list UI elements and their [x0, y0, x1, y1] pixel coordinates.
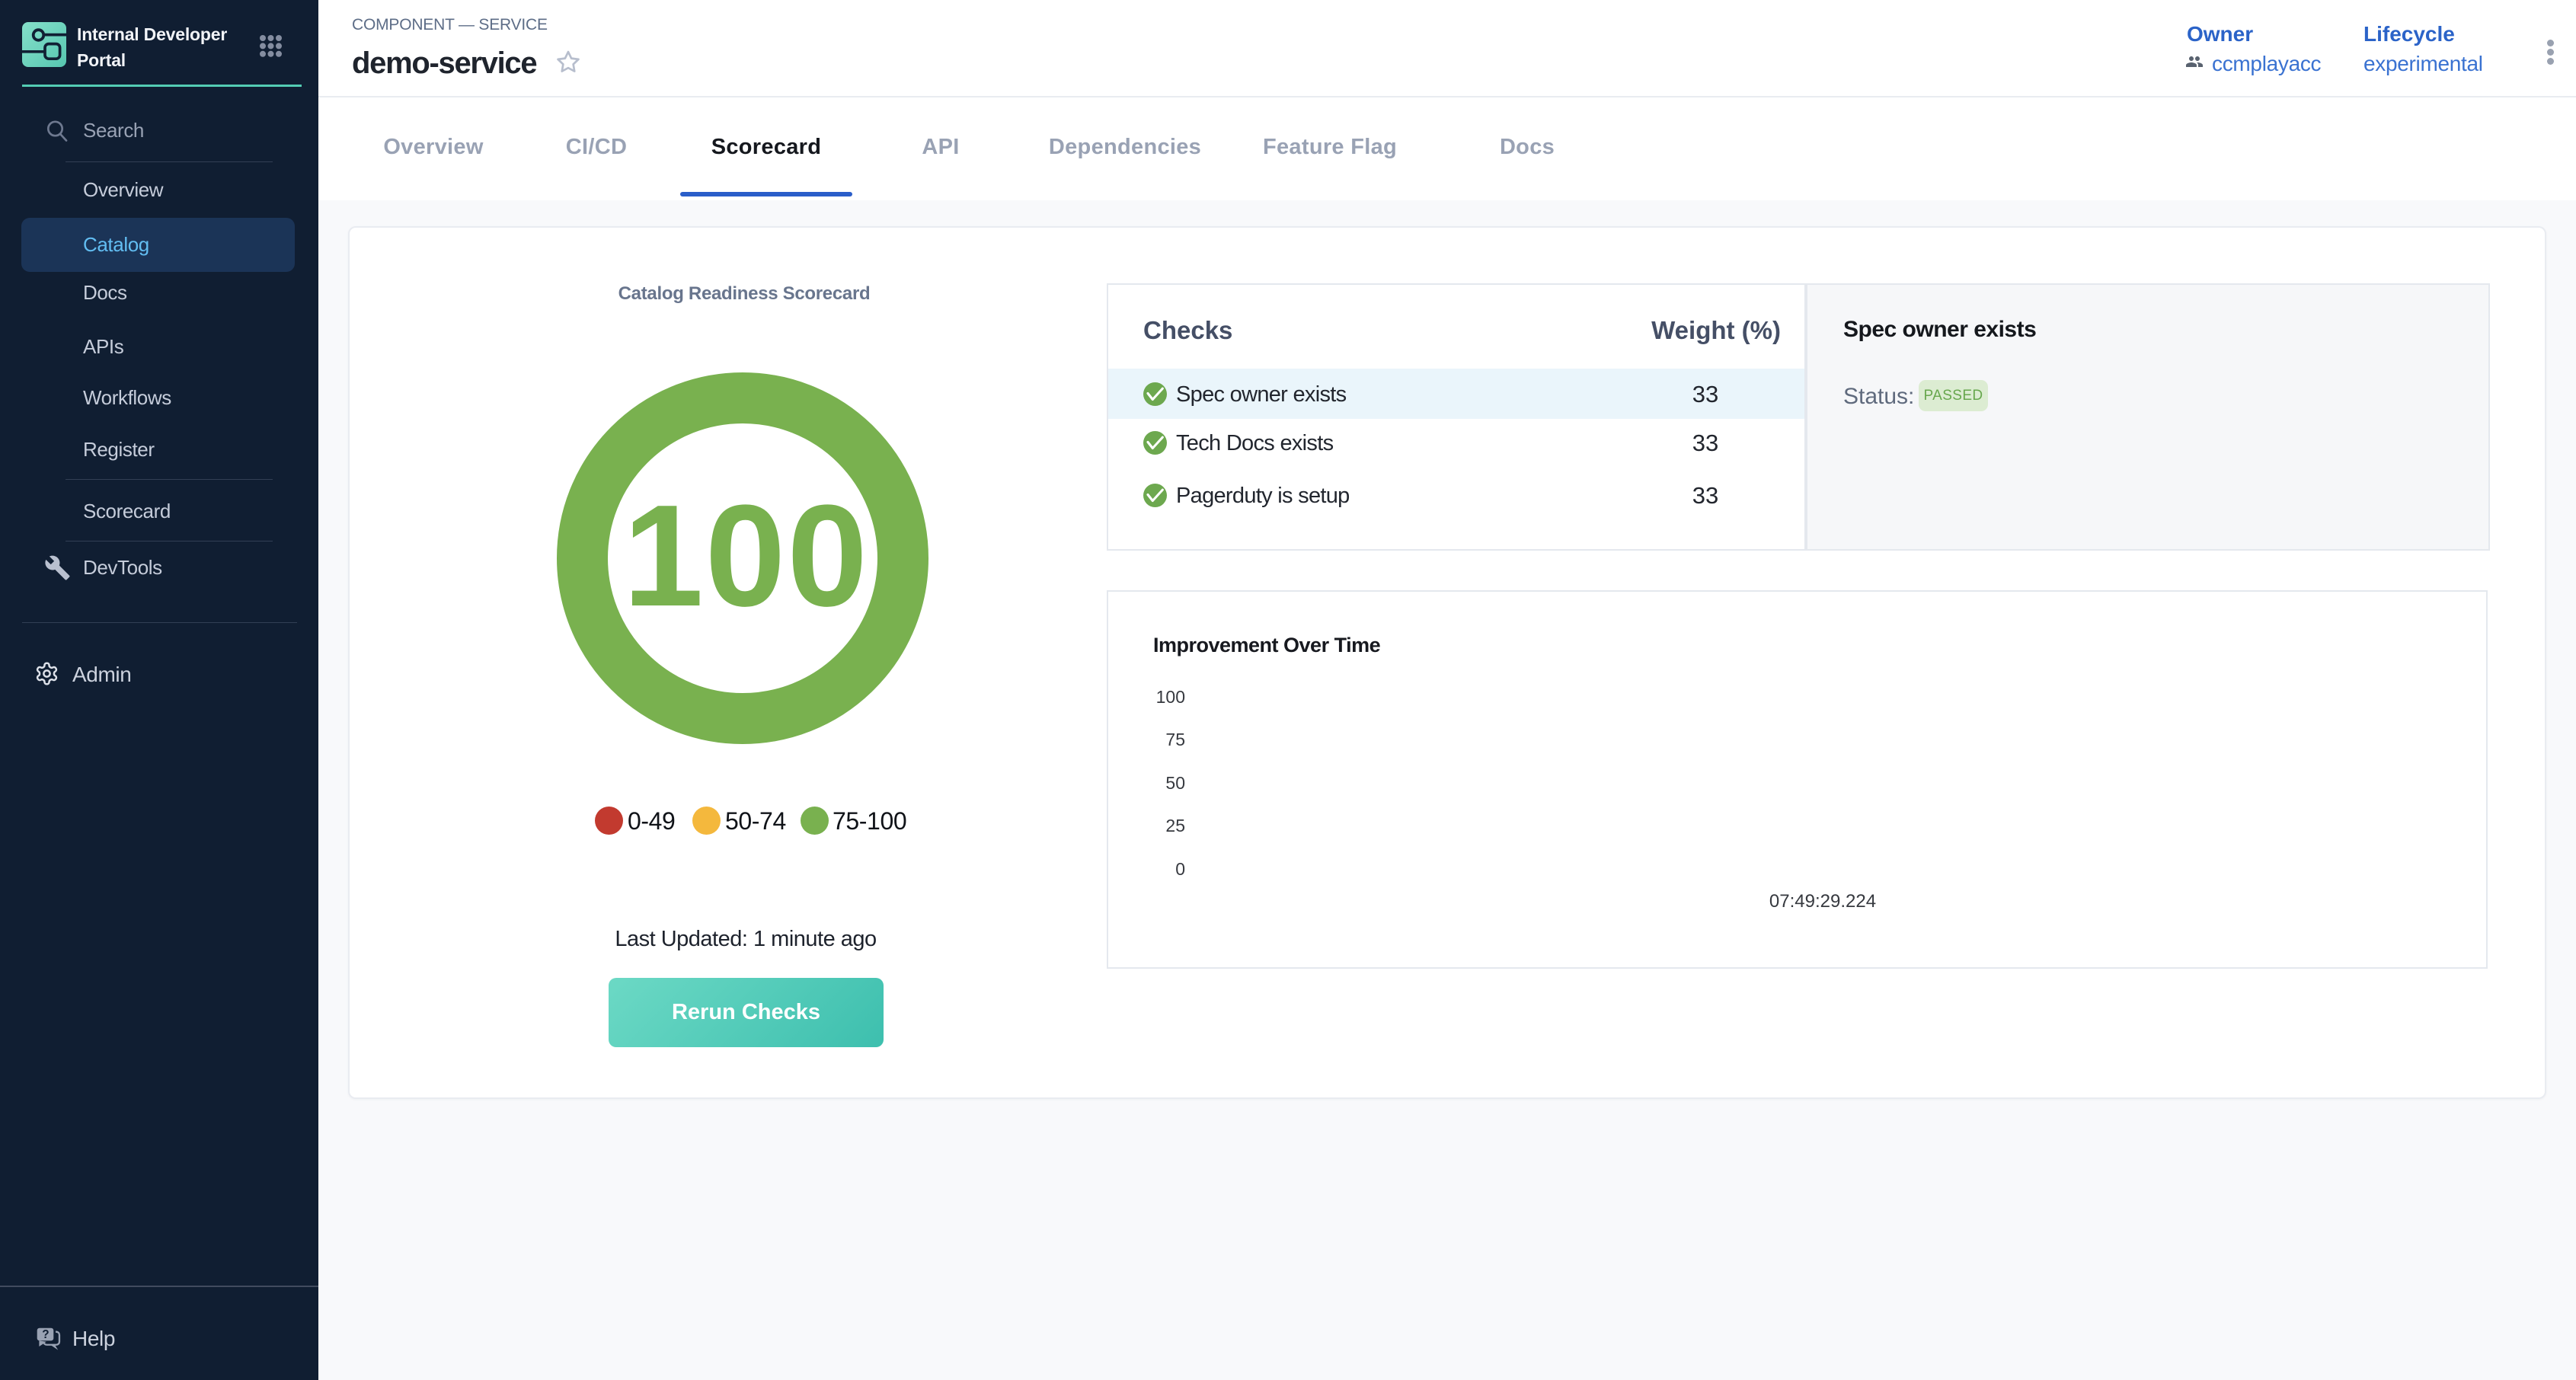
svg-text:?: ?: [42, 1328, 49, 1341]
